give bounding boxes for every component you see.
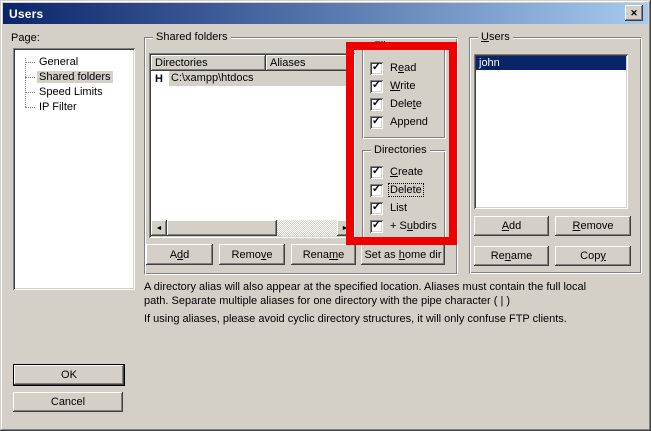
tree-item-speed-limits[interactable]: Speed Limits — [13, 85, 135, 100]
shared-remove-button[interactable]: Remove — [219, 244, 285, 265]
files-group-label: Files — [371, 40, 400, 53]
checkbox-row-file-delete[interactable]: ✓ Delete — [363, 95, 445, 113]
users-group: Users john Add Remove Rename Copy — [469, 37, 642, 274]
ok-button[interactable]: OK — [13, 364, 125, 386]
scroll-left-icon: ◄ — [156, 225, 163, 232]
users-listbox[interactable]: john — [474, 54, 628, 209]
scroll-left-button[interactable]: ◄ — [151, 220, 167, 236]
create-checkbox[interactable]: ✓ — [370, 166, 383, 179]
scroll-right-button[interactable]: ► — [337, 220, 353, 236]
close-button[interactable]: ✕ — [625, 5, 643, 21]
users-dialog: Users ✕ Page: General Shared folders Spe… — [0, 0, 651, 431]
checkbox-row-append[interactable]: ✓ Append — [363, 113, 445, 131]
user-remove-button[interactable]: Remove — [555, 216, 631, 236]
directories-listview[interactable]: Directories Aliases H C:\xampp\htdocs ◄ — [149, 53, 355, 238]
alias-help-line1: A directory alias will also appear at th… — [144, 280, 649, 294]
scrollbar-thumb[interactable] — [167, 220, 277, 236]
checkbox-row-list[interactable]: ✓ List — [363, 199, 445, 217]
column-header-directories[interactable]: Directories — [151, 55, 266, 71]
directory-row[interactable]: H C:\xampp\htdocs — [151, 71, 353, 86]
page-tree[interactable]: General Shared folders Speed Limits IP F… — [13, 48, 135, 290]
alias-help-text: A directory alias will also appear at th… — [144, 280, 649, 326]
check-icon: ✓ — [372, 220, 381, 231]
home-flag: H — [151, 73, 169, 85]
check-icon: ✓ — [372, 116, 381, 127]
check-icon: ✓ — [372, 184, 381, 195]
write-checkbox[interactable]: ✓ — [370, 80, 383, 93]
tree-stub — [25, 92, 35, 93]
subdirs-checkbox[interactable]: ✓ — [370, 220, 383, 233]
user-rename-button[interactable]: Rename — [474, 246, 549, 266]
column-header-aliases[interactable]: Aliases — [266, 55, 353, 71]
checkbox-row-write[interactable]: ✓ Write — [363, 77, 445, 95]
tree-stub — [25, 77, 35, 78]
cancel-button[interactable]: Cancel — [13, 392, 123, 412]
tree-item-ip-filter[interactable]: IP Filter — [13, 100, 135, 115]
user-list-item[interactable]: john — [476, 56, 626, 70]
tree-item-shared-folders[interactable]: Shared folders — [13, 70, 135, 85]
window-title: Users — [3, 7, 43, 21]
list-checkbox[interactable]: ✓ — [370, 202, 383, 215]
page-label: Page: — [11, 32, 40, 44]
alias-help-line2: path. Separate multiple aliases for one … — [144, 294, 649, 308]
users-group-label: Users — [478, 31, 513, 44]
file-delete-checkbox[interactable]: ✓ — [370, 98, 383, 111]
set-as-home-dir-button[interactable]: Set as home dir — [361, 244, 445, 265]
checkbox-row-subdirs[interactable]: ✓ + Subdirs — [363, 217, 445, 235]
checkbox-row-read[interactable]: ✓ Read — [363, 59, 445, 77]
title-bar[interactable]: Users — [3, 3, 648, 24]
horizontal-scrollbar[interactable]: ◄ ► — [151, 220, 353, 236]
shared-folders-group-label: Shared folders — [153, 31, 231, 44]
dir-delete-checkbox[interactable]: ✓ — [370, 184, 383, 197]
tree-stub — [25, 62, 35, 63]
check-icon: ✓ — [372, 166, 381, 177]
user-copy-button[interactable]: Copy — [555, 246, 631, 266]
check-icon: ✓ — [372, 80, 381, 91]
files-permissions-group: Files ✓ Read ✓ Write ✓ Delete ✓ Append — [362, 46, 446, 139]
directories-group-label: Directories — [371, 144, 430, 157]
tree-item-general[interactable]: General — [13, 55, 135, 70]
checkbox-row-dir-delete[interactable]: ✓ Delete — [363, 181, 445, 199]
alias-help-line3: If using aliases, please avoid cyclic di… — [144, 312, 649, 326]
tree-stub — [25, 107, 35, 108]
read-checkbox[interactable]: ✓ — [370, 62, 383, 75]
check-icon: ✓ — [372, 202, 381, 213]
directory-path: C:\xampp\htdocs — [169, 71, 353, 86]
directories-permissions-group: Directories ✓ Create ✓ Delete ✓ List ✓ +… — [362, 150, 446, 241]
shared-add-button[interactable]: Add — [146, 244, 213, 265]
checkbox-row-create[interactable]: ✓ Create — [363, 163, 445, 181]
shared-rename-button[interactable]: Rename — [291, 244, 356, 265]
append-checkbox[interactable]: ✓ — [370, 116, 383, 129]
scroll-right-icon: ► — [342, 225, 349, 232]
close-icon: ✕ — [630, 9, 638, 18]
user-add-button[interactable]: Add — [474, 216, 549, 236]
check-icon: ✓ — [372, 62, 381, 73]
check-icon: ✓ — [372, 98, 381, 109]
